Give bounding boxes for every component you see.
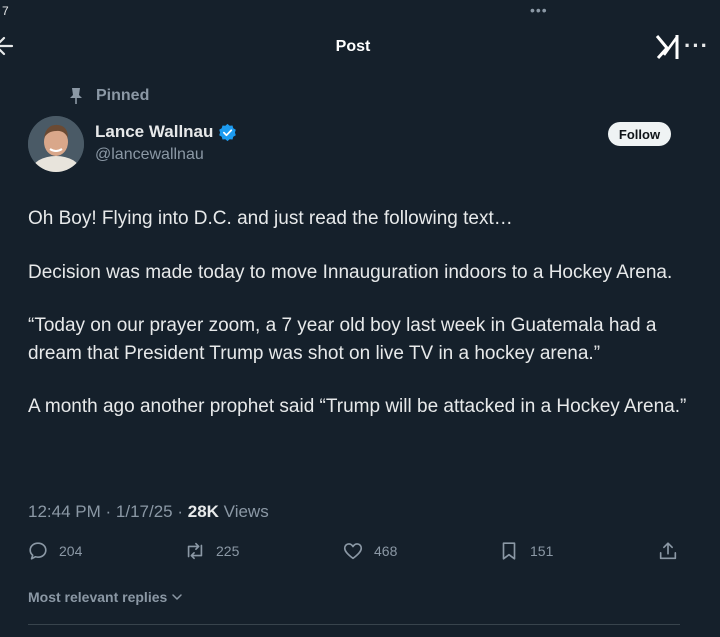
window-dots-icon[interactable]: ••• [530,2,548,18]
repost-icon [187,542,203,560]
pinned-indicator: Pinned [68,87,149,105]
replies-sort-dropdown[interactable]: Most relevant replies [28,589,184,605]
views-count: 28K [187,502,219,521]
meta-separator: · [105,502,116,521]
meta-separator: · [177,502,188,521]
tweet-paragraph: Decision was made today to move Innaugur… [28,261,673,283]
like-count: 468 [374,543,398,559]
tweet-paragraph: “Today on our prayer zoom, a 7 year old … [28,315,657,364]
pinned-label: Pinned [96,87,150,104]
replies-sort-label: Most relevant replies [28,589,168,605]
reply-count: 204 [59,543,83,559]
author-name-row[interactable]: Lance Wallnau [95,122,237,142]
reply-button[interactable]: 204 [27,540,82,562]
tweet-text: Oh Boy! Flying into D.C. and just read t… [28,205,696,447]
bookmark-icon [502,542,516,560]
bookmark-count: 151 [530,543,554,559]
views-label: Views [223,502,269,521]
divider [28,624,680,625]
follow-button[interactable]: Follow [608,122,671,146]
heart-icon [343,543,363,560]
reply-icon [29,542,47,560]
grok-icon[interactable] [655,34,679,60]
tweet-paragraph: Oh Boy! Flying into D.C. and just read t… [28,208,513,229]
more-icon[interactable]: ··· [684,33,709,59]
bookmark-button[interactable]: 151 [498,540,553,562]
repost-button[interactable]: 225 [184,540,239,562]
tweet-meta: 12:44 PM · 1/17/25 · 28K Views [28,502,269,522]
repost-count: 225 [216,543,240,559]
page-title: Post [335,38,371,55]
tweet-date[interactable]: 1/17/25 [116,502,173,521]
pin-icon [70,88,82,104]
author-name[interactable]: Lance Wallnau [95,122,213,142]
verified-badge-icon [219,123,237,141]
share-icon[interactable] [657,540,679,562]
tweet-time[interactable]: 12:44 PM [28,502,101,521]
tweet-paragraph: A month ago another prophet said “Trump … [28,396,687,417]
like-button[interactable]: 468 [342,540,397,562]
avatar[interactable] [28,116,84,172]
author-handle[interactable]: @lancewallnau [95,146,204,164]
status-bar-text: 7 [2,4,9,18]
chevron-down-icon [172,594,183,600]
